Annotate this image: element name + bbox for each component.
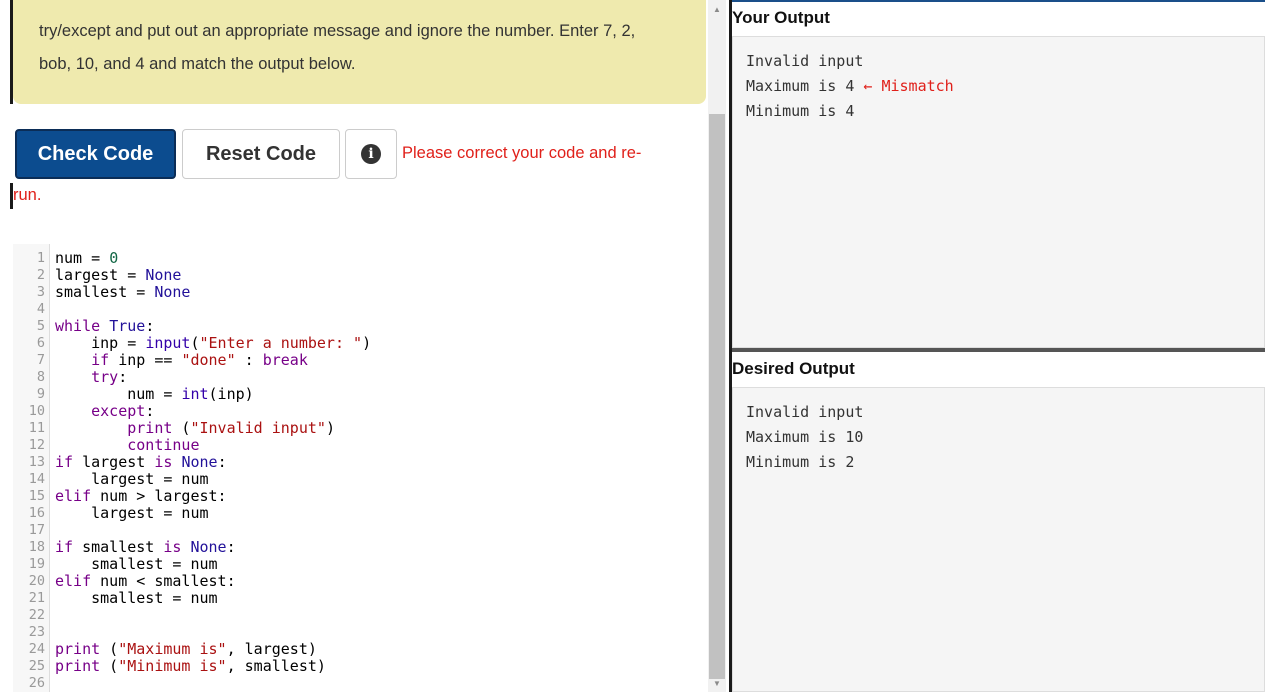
top-accent-bar — [732, 0, 1265, 2]
scroll-up-arrow-icon[interactable]: ▲ — [708, 0, 726, 18]
your-output-line: Maximum is 4 — [746, 77, 855, 95]
code-line[interactable]: 7 if inp == "done" : break — [13, 352, 706, 369]
exercise-pane: try/except and put out an appropriate me… — [0, 0, 708, 692]
line-number: 22 — [28, 607, 45, 623]
line-number: 9 — [36, 386, 45, 402]
code-line[interactable]: 13 if largest is None: — [13, 454, 706, 471]
line-number: 13 — [28, 454, 45, 470]
reset-code-button[interactable]: Reset Code — [182, 129, 340, 179]
code-line[interactable]: 16 largest = num — [13, 505, 706, 522]
line-number: 23 — [28, 624, 45, 640]
code-line[interactable]: 9 num = int(inp) — [13, 386, 706, 403]
code-line[interactable]: 3 smallest = None — [13, 284, 706, 301]
code-line[interactable]: 19 smallest = num — [13, 556, 706, 573]
desired-output-box: Invalid input Maximum is 10 Minimum is 2 — [732, 387, 1265, 692]
instructions-line-1: try/except and put out an appropriate me… — [39, 22, 636, 40]
instructions-line-2: bob, 10, and 4 and match the output belo… — [39, 55, 356, 73]
code-line[interactable]: 8 try: — [13, 369, 706, 386]
code-line[interactable]: 5 while True: — [13, 318, 706, 335]
code-line[interactable]: 11 print ("Invalid input") — [13, 420, 706, 437]
desired-output-title: Desired Output — [732, 359, 855, 378]
code-line[interactable]: 4 — [13, 301, 706, 318]
code-lines[interactable]: 1 num = 0 2 largest = None 3 smallest = Non… — [13, 250, 706, 692]
your-output-box: Invalid input Maximum is 4 ← Mismatch Mi… — [732, 36, 1265, 348]
desired-output-line: Minimum is 2 — [746, 453, 855, 471]
line-number: 6 — [36, 335, 45, 351]
desired-output-line: Maximum is 10 — [746, 428, 864, 446]
code-line[interactable]: 23 — [13, 624, 706, 641]
line-number: 24 — [28, 641, 45, 657]
info-button[interactable]: i — [345, 129, 397, 179]
code-line[interactable]: 15 elif num > largest: — [13, 488, 706, 505]
line-number: 25 — [28, 658, 45, 674]
line-number: 3 — [36, 284, 45, 300]
code-line[interactable]: 2 largest = None — [13, 267, 706, 284]
code-line[interactable]: 14 largest = num — [13, 471, 706, 488]
line-number: 12 — [28, 437, 45, 453]
your-output-line: Invalid input — [746, 52, 864, 70]
feedback-message: Please correct your code and re- — [402, 144, 642, 162]
feedback-message-continued: run. — [13, 186, 42, 204]
line-number: 18 — [28, 539, 45, 555]
code-line[interactable]: 6 inp = input("Enter a number: ") — [13, 335, 706, 352]
code-line[interactable]: 18 if smallest is None: — [13, 539, 706, 556]
your-output-line-with-mismatch: Maximum is 4 ← Mismatch — [746, 74, 1264, 99]
line-number: 26 — [28, 675, 45, 691]
desired-output-line: Invalid input — [746, 403, 864, 421]
code-line[interactable]: 24 print ("Maximum is", largest) — [13, 641, 706, 658]
code-editor[interactable]: 1 num = 0 2 largest = None 3 smallest = Non… — [13, 244, 706, 692]
code-line[interactable]: 1 num = 0 — [13, 250, 706, 267]
your-output-line: Minimum is 4 — [746, 102, 855, 120]
scroll-down-arrow-icon[interactable]: ▼ — [708, 674, 726, 692]
code-line[interactable]: 10 except: — [13, 403, 706, 420]
line-number: 21 — [28, 590, 45, 606]
mismatch-indicator: ← Mismatch — [863, 77, 954, 95]
line-number: 10 — [28, 403, 45, 419]
line-number: 16 — [28, 505, 45, 521]
check-code-button[interactable]: Check Code — [15, 129, 176, 179]
code-line[interactable]: 22 — [13, 607, 706, 624]
line-number: 1 — [36, 250, 45, 266]
output-pane: Your Output Invalid input Maximum is 4 ←… — [726, 0, 1265, 692]
output-section-separator — [732, 348, 1265, 352]
line-number: 14 — [28, 471, 45, 487]
line-number: 20 — [28, 573, 45, 589]
code-line[interactable]: 12 continue — [13, 437, 706, 454]
line-number: 7 — [36, 352, 45, 368]
line-number: 19 — [28, 556, 45, 572]
line-number: 5 — [36, 318, 45, 334]
line-number: 17 — [28, 522, 45, 538]
instructions-box: try/except and put out an appropriate me… — [13, 0, 706, 104]
line-number: 4 — [36, 301, 45, 317]
info-icon: i — [361, 144, 381, 164]
vertical-scrollbar[interactable]: ▲ ▼ — [708, 0, 726, 692]
line-number: 15 — [28, 488, 45, 504]
line-number: 2 — [36, 267, 45, 283]
code-line[interactable]: 26 — [13, 675, 706, 692]
your-output-title: Your Output — [732, 8, 830, 27]
code-line[interactable]: 25 print ("Minimum is", smallest) — [13, 658, 706, 675]
scrollbar-thumb[interactable] — [709, 114, 725, 679]
line-number: 11 — [28, 420, 45, 436]
code-line[interactable]: 17 — [13, 522, 706, 539]
line-number: 8 — [36, 369, 45, 385]
code-line[interactable]: 21 smallest = num — [13, 590, 706, 607]
code-line[interactable]: 20 elif num < smallest: — [13, 573, 706, 590]
